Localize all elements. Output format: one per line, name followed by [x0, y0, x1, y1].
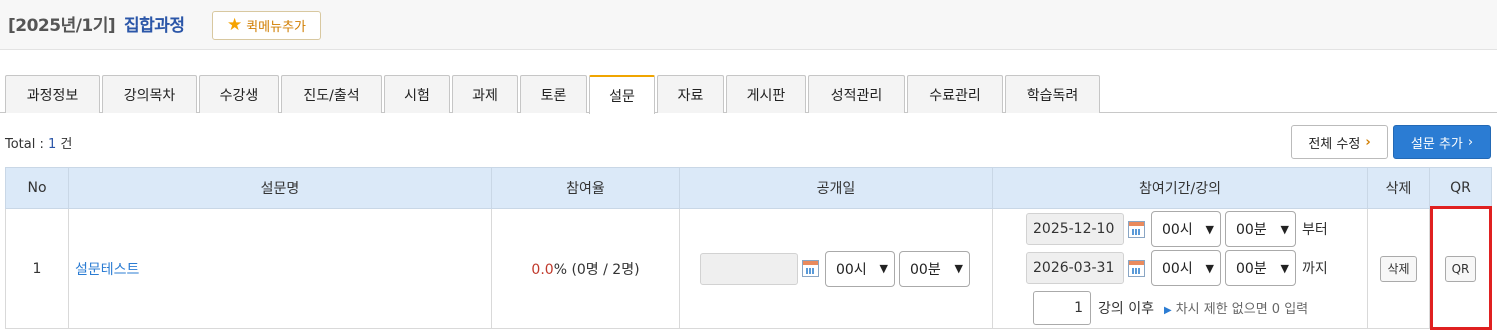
participation-rate: 0.0% (0명 / 2명): [491, 208, 680, 329]
caret-right-icon: ▶: [1163, 305, 1172, 316]
start-hour-select[interactable]: 00시 ▼: [1151, 211, 1221, 247]
quick-menu-label: 퀵메뉴추가: [246, 20, 307, 35]
survey-name-link[interactable]: 설문테스트: [68, 208, 492, 329]
publish-cell: 00시 ▼ 00분 ▼: [679, 208, 993, 329]
quick-menu-add-button[interactable]: ★ 퀵메뉴추가: [212, 11, 321, 40]
publish-hour-select[interactable]: 00시 ▼: [825, 250, 895, 287]
chevron-right-icon: ›: [1467, 134, 1474, 150]
col-header-rate: 참여율: [491, 167, 680, 209]
edit-all-label: 전체 수정: [1308, 136, 1361, 152]
tab-encouragement[interactable]: 학습독려: [1005, 75, 1100, 113]
tab-exam[interactable]: 시험: [384, 75, 450, 113]
tab-progress-attendance[interactable]: 진도/출석: [281, 75, 382, 113]
end-word: 까지: [1302, 261, 1328, 277]
start-minute-value: 00분: [1236, 222, 1267, 238]
total-suffix: 건: [56, 137, 73, 152]
publish-hour-value: 00시: [836, 261, 867, 278]
end-date-input[interactable]: 2026-03-31: [1026, 252, 1124, 284]
tab-materials[interactable]: 자료: [657, 75, 724, 113]
start-hour-value: 00시: [1162, 222, 1193, 238]
start-row: 2025-12-10 00시 ▼ 00분 ▼ 부터: [1026, 210, 1367, 249]
lecture-hint: ▶ 차시 제한 없으면 0 입력: [1164, 298, 1308, 317]
add-survey-button[interactable]: 설문 추가 ›: [1393, 125, 1491, 159]
star-icon: ★: [226, 15, 243, 35]
col-header-qr: QR: [1429, 167, 1492, 209]
tab-grades[interactable]: 성적관리: [808, 75, 905, 113]
table-row: 1 설문테스트 0.0% (0명 / 2명) 00시 ▼ 00분 ▼ 2025-12-…: [5, 208, 1492, 329]
chevron-right-icon: ›: [1365, 134, 1371, 150]
tab-assignment[interactable]: 과제: [452, 75, 518, 113]
tab-survey[interactable]: 설문: [589, 75, 655, 114]
col-header-period: 참여기간/강의: [992, 167, 1368, 209]
row-no: 1: [5, 208, 69, 329]
chevron-down-icon: ▼: [879, 262, 888, 275]
chevron-down-icon: ▼: [1205, 222, 1214, 236]
total-count: Total : 1 건: [5, 133, 72, 152]
end-row: 2026-03-31 00시 ▼ 00분 ▼ 까지: [1026, 249, 1367, 288]
tab-discussion[interactable]: 토론: [520, 75, 587, 113]
course-term: [2025년/1기]: [8, 16, 116, 36]
col-header-name: 설문명: [68, 167, 492, 209]
chevron-down-icon: ▼: [954, 262, 963, 275]
total-prefix: Total :: [5, 137, 49, 152]
table-header-row: No 설문명 참여율 공개일 참여기간/강의 삭제 QR: [5, 167, 1492, 209]
chevron-down-icon: ▼: [1280, 222, 1289, 236]
chevron-down-icon: ▼: [1280, 261, 1289, 275]
page-header: [2025년/1기] 집합과정 ★ 퀵메뉴추가: [0, 0, 1497, 50]
tab-board[interactable]: 게시판: [726, 75, 806, 113]
tab-lecture-list[interactable]: 강의목차: [102, 75, 197, 113]
end-hour-select[interactable]: 00시 ▼: [1151, 250, 1221, 286]
publish-date-input[interactable]: [700, 252, 798, 285]
calendar-icon[interactable]: [802, 260, 819, 277]
lecture-hint-text: 차시 제한 없으면 0 입력: [1175, 302, 1309, 317]
col-header-no: No: [5, 167, 69, 209]
tab-completion[interactable]: 수료관리: [907, 75, 1003, 113]
add-survey-label: 설문 추가: [1410, 136, 1463, 152]
end-minute-value: 00분: [1236, 261, 1267, 277]
lecture-number-input[interactable]: 1: [1033, 290, 1091, 325]
calendar-icon[interactable]: [1128, 220, 1145, 238]
rate-detail: % (0명 / 2명): [553, 261, 640, 278]
end-minute-select[interactable]: 00분 ▼: [1225, 250, 1296, 286]
period-cell: 2025-12-10 00시 ▼ 00분 ▼ 부터 2026-03-31 00시 ▼ 00분 ▼ 까…: [992, 208, 1368, 329]
course-title: 집합과정: [124, 16, 185, 36]
publish-minute-select[interactable]: 00분 ▼: [899, 250, 970, 287]
tab-students[interactable]: 수강생: [199, 75, 279, 113]
course-tabs: 과정정보 강의목차 수강생 진도/출석 시험 과제 토론 설문 자료 게시판 성…: [5, 75, 1102, 114]
publish-minute-value: 00분: [910, 261, 941, 278]
delete-button[interactable]: 삭제: [1380, 255, 1417, 282]
calendar-icon[interactable]: [1128, 259, 1145, 277]
end-hour-value: 00시: [1162, 261, 1193, 277]
lecture-row: 1 강의 이후 ▶ 차시 제한 없으면 0 입력: [1026, 288, 1367, 328]
qr-button[interactable]: QR: [1444, 255, 1477, 282]
rate-percent: 0.0: [531, 261, 554, 278]
start-date-input[interactable]: 2025-12-10: [1026, 213, 1124, 245]
tab-course-info[interactable]: 과정정보: [5, 75, 100, 113]
col-header-delete: 삭제: [1367, 167, 1430, 209]
col-header-publish: 공개일: [679, 167, 993, 209]
edit-all-button[interactable]: 전체 수정 ›: [1291, 125, 1388, 159]
delete-cell: 삭제: [1367, 208, 1430, 329]
lecture-after-label: 강의 이후: [1098, 300, 1154, 317]
chevron-down-icon: ▼: [1205, 261, 1214, 275]
start-minute-select[interactable]: 00분 ▼: [1225, 211, 1296, 247]
qr-cell: QR: [1429, 208, 1492, 329]
start-word: 부터: [1302, 222, 1328, 238]
survey-table: No 설문명 참여율 공개일 참여기간/강의 삭제 QR 1 설문테스트 0.0…: [5, 167, 1492, 329]
